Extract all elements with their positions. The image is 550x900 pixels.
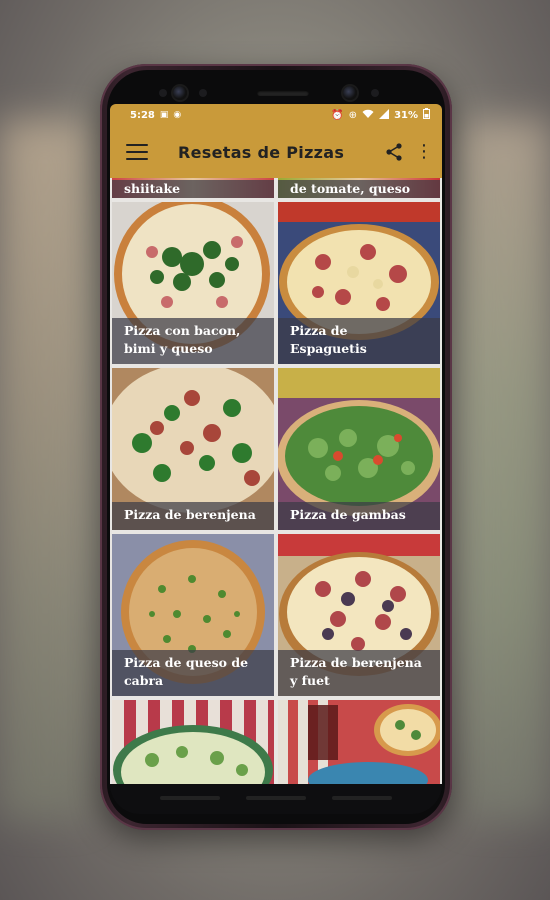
phone-frame: 5:28 ▣ ◉ ⏰ ⊕ 31% Resetas de Pizzas ⋮ shi… [100, 64, 452, 830]
navigation-bar [110, 784, 442, 814]
alarm-icon: ⏰ [331, 109, 344, 121]
recipe-card[interactable]: Pizza de Espaguetis [278, 202, 440, 364]
battery-icon [423, 108, 430, 122]
recipe-title: shiitake [112, 180, 274, 198]
menu-icon[interactable] [126, 144, 148, 160]
recipe-title: Pizza de berenjena y fuet [278, 650, 440, 696]
background-blur-right [460, 120, 550, 820]
recent-apps-button[interactable] [160, 796, 220, 800]
status-right: ⏰ ⊕ 31% [331, 108, 430, 122]
battery-percent: 31% [394, 109, 418, 121]
recipe-title: Pizza de queso de cabra [112, 650, 274, 696]
proximity-sensor [159, 89, 167, 97]
front-camera-secondary [343, 86, 357, 100]
recipe-card-partial[interactable] [112, 700, 274, 784]
page-title: Resetas de Pizzas [178, 142, 345, 162]
status-bar: 5:28 ▣ ◉ ⏰ ⊕ 31% [110, 104, 442, 126]
earpiece-speaker [257, 90, 309, 96]
status-time: 5:28 [130, 109, 155, 121]
recipe-card-partial[interactable] [278, 700, 440, 784]
recipe-title: Pizza con bacon, bimi y queso [112, 318, 274, 364]
recipe-title: de tomate, queso [278, 180, 440, 198]
wifi-icon [362, 109, 374, 122]
phone-screen: 5:28 ▣ ◉ ⏰ ⊕ 31% Resetas de Pizzas ⋮ shi… [110, 104, 442, 784]
recipe-card[interactable]: Pizza de berenjena [112, 368, 274, 530]
front-camera [173, 86, 187, 100]
recipe-card-partial-left[interactable]: shiitake [112, 178, 274, 198]
recipe-card[interactable]: Pizza de berenjena y fuet [278, 534, 440, 696]
iris-sensor [199, 89, 207, 97]
recipe-photo [278, 700, 440, 784]
recipe-grid: shiitake de tomate, queso Pizza con baco… [110, 178, 442, 784]
background-blur-left [0, 120, 90, 820]
recipe-title: Pizza de gambas [278, 502, 440, 530]
gallery-icon: ▣ [159, 110, 169, 120]
share-icon[interactable] [384, 142, 404, 162]
home-button[interactable] [246, 796, 306, 800]
recipe-card[interactable]: Pizza con bacon, bimi y queso [112, 202, 274, 364]
gps-icon: ⊕ [348, 109, 358, 121]
recipe-photo [112, 700, 274, 784]
recipe-title: Pizza de Espaguetis [278, 318, 440, 364]
notification-icon: ◉ [173, 110, 182, 120]
recipe-title: Pizza de berenjena [112, 502, 274, 530]
recipe-card[interactable]: Pizza de queso de cabra [112, 534, 274, 696]
more-vert-icon[interactable]: ⋮ [414, 142, 434, 162]
recipe-card[interactable]: Pizza de gambas [278, 368, 440, 530]
light-sensor [371, 89, 379, 97]
recipe-card-partial-right[interactable]: de tomate, queso [278, 178, 440, 198]
app-bar: Resetas de Pizzas ⋮ [110, 126, 442, 178]
back-button[interactable] [332, 796, 392, 800]
signal-icon [379, 108, 390, 122]
